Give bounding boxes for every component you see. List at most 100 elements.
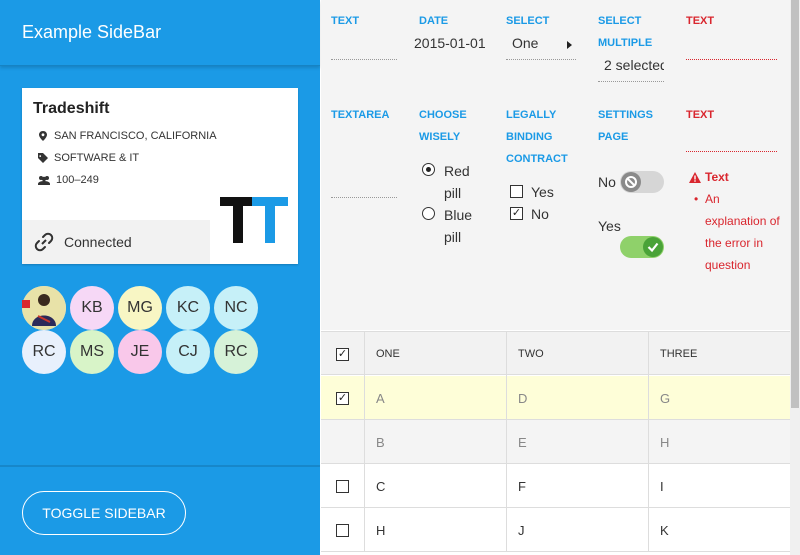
toggle-sidebar-button[interactable]: TOGGLE SIDEBAR (22, 491, 186, 535)
select-multiple-value: 2 selected (604, 57, 664, 73)
date-label: DATE (419, 15, 449, 27)
company-industry: SOFTWARE & IT (54, 152, 140, 164)
row-checkbox[interactable] (336, 523, 349, 537)
table-cell: K (660, 522, 669, 538)
table-cell: C (365, 464, 507, 508)
header-one[interactable]: ONE (365, 332, 507, 376)
avatar-1[interactable]: KB (70, 286, 114, 330)
textarea-input[interactable] (331, 130, 397, 198)
vertical-scrollbar[interactable] (790, 0, 800, 555)
row-checkbox[interactable]: ✓ (336, 391, 349, 405)
legal-label-2: BINDING (506, 131, 553, 143)
yes-label: Yes (531, 184, 554, 200)
connection-status-label: Connected (64, 234, 132, 250)
select-multiple-label-1: SELECT (598, 15, 642, 27)
select-multiple-label-2: MULTIPLE (598, 37, 653, 49)
ban-icon (625, 176, 637, 188)
connection-status: Connected (22, 220, 210, 264)
avatar-3[interactable]: KC (166, 286, 210, 330)
avatar-6[interactable]: MS (70, 330, 114, 374)
yes-switch[interactable] (620, 236, 664, 258)
red-pill-label-2: pill (444, 185, 462, 201)
textarea-label: TEXTAREA (331, 109, 390, 121)
legal-label-1: LEGALLY (506, 109, 557, 121)
company-card[interactable]: Tradeshift SAN FRANCISCO, CALIFORNIA SOF… (22, 88, 298, 264)
table-row[interactable]: C F I (321, 464, 790, 508)
red-pill-label-1: Red (444, 163, 470, 179)
text-error2-label: TEXT (686, 109, 715, 121)
text-label: TEXT (331, 15, 360, 27)
text-input[interactable] (331, 38, 397, 60)
avatar-photo[interactable] (22, 286, 66, 330)
select-label: SELECT (506, 15, 550, 27)
legal-label-3: CONTRACT (506, 153, 568, 165)
error-body: • An explanation of the error in questio… (687, 188, 791, 276)
header-two[interactable]: TWO (507, 332, 649, 376)
avatar-2[interactable]: MG (118, 286, 162, 330)
text-error2-input[interactable] (686, 130, 777, 152)
company-name: Tradeshift (33, 100, 110, 117)
text-error-input[interactable] (686, 38, 777, 60)
avatar-8[interactable]: CJ (166, 330, 210, 374)
avatar-7[interactable]: JE (118, 330, 162, 374)
location-row: SAN FRANCISCO, CALIFORNIA (38, 130, 217, 142)
size-row: 100–249 (38, 174, 99, 186)
choose-label-2: WISELY (419, 131, 461, 143)
checkmark-icon (647, 242, 659, 253)
bullet-icon: • (694, 192, 699, 206)
date-input[interactable]: 2015-01-01 (414, 35, 486, 51)
select-value: One (512, 35, 539, 51)
table-cell: E (507, 420, 649, 464)
warning-icon (689, 171, 701, 183)
form-panel: TEXT DATE 2015-01-01 SELECT One SELECT M… (321, 0, 791, 330)
error-title-row: Text (687, 166, 791, 188)
text-error-label: TEXT (686, 15, 715, 27)
industry-row: SOFTWARE & IT (38, 152, 139, 164)
switch-no-label: No (598, 174, 616, 190)
people-icon (38, 176, 50, 185)
red-pill-radio[interactable] (422, 163, 435, 176)
error-line-2: explanation of (705, 214, 780, 228)
no-switch[interactable] (620, 171, 664, 193)
avatar-5[interactable]: RC (22, 330, 66, 374)
company-location: SAN FRANCISCO, CALIFORNIA (54, 130, 217, 142)
error-line-4: question (705, 258, 751, 272)
select-multiple-dropdown[interactable]: 2 selected (598, 56, 664, 82)
avatar-9[interactable]: RC (214, 330, 258, 374)
no-label: No (531, 206, 549, 222)
switch-off-knob (621, 172, 641, 192)
table-row[interactable]: ✓ A D G (321, 376, 790, 420)
no-checkbox[interactable]: ✓ (510, 207, 523, 220)
table-cell: H (365, 508, 507, 552)
blue-pill-label-2: pill (444, 229, 462, 245)
blue-pill-radio[interactable] (422, 207, 435, 220)
table-cell: G (660, 390, 671, 406)
select-all-checkbox[interactable]: ✓ (336, 347, 349, 361)
chevron-right-icon (567, 41, 572, 49)
location-pin-icon (39, 131, 47, 141)
header-three[interactable]: THREE (649, 332, 790, 376)
choose-label-1: CHOOSE (419, 109, 467, 121)
error-line-1: An (705, 192, 720, 206)
error-message: Text • An explanation of the error in qu… (687, 166, 791, 276)
settings-label-2: PAGE (598, 131, 629, 143)
company-size: 100–249 (56, 174, 99, 186)
row-checkbox[interactable] (336, 479, 349, 493)
table-header: ✓ ONE TWO THREE (321, 331, 790, 376)
table-cell: A (365, 376, 507, 420)
tag-icon (38, 153, 48, 163)
scrollbar-thumb[interactable] (791, 0, 799, 408)
table-cell: B (365, 420, 507, 464)
yes-checkbox[interactable] (510, 185, 523, 198)
header-select-cell: ✓ (321, 332, 365, 376)
table-cell: D (507, 376, 649, 420)
avatar-4[interactable]: NC (214, 286, 258, 330)
table-row[interactable]: H J K (321, 508, 790, 552)
sidebar-title: Example SideBar (0, 0, 320, 66)
switch-yes-label: Yes (598, 218, 621, 234)
table-cell: J (507, 508, 649, 552)
settings-label-1: SETTINGS (598, 109, 654, 121)
tradeshift-logo (210, 176, 298, 264)
blue-pill-label-1: Blue (444, 207, 473, 223)
error-line-3: the error in (705, 236, 764, 250)
